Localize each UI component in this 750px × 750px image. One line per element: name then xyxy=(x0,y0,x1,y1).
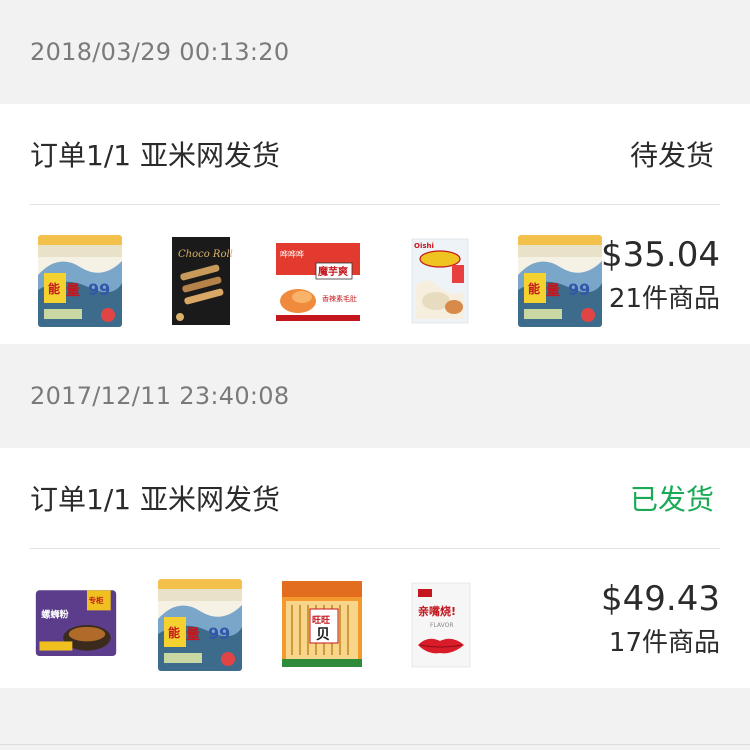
svg-text:Oishi: Oishi xyxy=(414,242,434,250)
order-summary: $49.43 17件商品 xyxy=(601,579,720,659)
divider xyxy=(0,744,750,745)
svg-text:量: 量 xyxy=(186,627,200,643)
svg-text:Choco Roll: Choco Roll xyxy=(178,249,233,260)
svg-text:FLAVOR: FLAVOR xyxy=(430,622,454,629)
list-bottom-spacer xyxy=(0,688,750,744)
order-block-2: 2017/12/11 23:40:08 订单1/1 亚米网发货 已发货 专柜 螺… xyxy=(0,344,750,688)
svg-text:贝: 贝 xyxy=(316,627,330,643)
qinzuijian-bag-icon: 亲嘴烧! FLAVOR xyxy=(398,579,482,671)
svg-text:香辣素毛肚: 香辣素毛肚 xyxy=(322,294,357,303)
order-summary: $35.04 21件商品 xyxy=(601,235,720,315)
svg-text:哗哗哗: 哗哗哗 xyxy=(280,249,304,259)
svg-text:能: 能 xyxy=(528,281,540,296)
order-date: 2018/03/29 00:13:20 xyxy=(0,0,750,104)
snack-bag-energy-99-icon: 能 量 99 xyxy=(158,579,242,671)
order-card-header: 订单1/1 亚米网发货 已发货 xyxy=(30,448,720,549)
svg-text:能: 能 xyxy=(168,625,180,640)
order-title: 订单1/1 亚米网发货 xyxy=(30,483,280,516)
oishi-shrimp-chips-icon: Oishi xyxy=(398,235,482,327)
order-items-row: 能 量 99 Choco Roll 哗哗哗 魔芋爽 香辣素毛肚 Oishi 能 … xyxy=(30,205,720,344)
order-card[interactable]: 订单1/1 亚米网发货 已发货 专柜 螺蛳粉 能 量 99 旺旺 贝 亲嘴烧! … xyxy=(0,448,750,688)
order-title: 订单1/1 亚米网发货 xyxy=(30,139,280,172)
svg-text:99: 99 xyxy=(208,624,230,643)
order-price: $49.43 xyxy=(601,579,720,619)
order-item-count: 21件商品 xyxy=(608,284,720,314)
moyushuang-box-icon: 哗哗哗 魔芋爽 香辣素毛肚 xyxy=(276,235,360,327)
svg-text:亲嘴烧!: 亲嘴烧! xyxy=(418,604,456,618)
svg-text:量: 量 xyxy=(66,283,80,299)
snack-bag-energy-99-icon: 能 量 99 xyxy=(38,235,122,327)
svg-text:量: 量 xyxy=(546,283,560,299)
order-block-1: 2018/03/29 00:13:20 订单1/1 亚米网发货 待发货 能 量 … xyxy=(0,0,750,344)
order-card[interactable]: 订单1/1 亚米网发货 待发货 能 量 99 Choco Roll 哗哗哗 魔芋… xyxy=(0,104,750,344)
order-items-row: 专柜 螺蛳粉 能 量 99 旺旺 贝 亲嘴烧! FLAVOR $49.43 17… xyxy=(30,549,720,688)
svg-text:99: 99 xyxy=(568,280,590,299)
order-price: $35.04 xyxy=(601,235,720,275)
rice-noodle-bag-icon: 专柜 螺蛳粉 xyxy=(34,579,118,671)
order-card-header: 订单1/1 亚米网发货 待发货 xyxy=(30,104,720,205)
svg-text:旺旺: 旺旺 xyxy=(312,615,330,626)
order-status: 待发货 xyxy=(629,139,714,172)
svg-text:99: 99 xyxy=(88,280,110,299)
svg-text:专柜: 专柜 xyxy=(89,596,104,605)
wangwang-crackers-bag-icon: 旺旺 贝 xyxy=(280,579,364,671)
order-item-count: 17件商品 xyxy=(608,628,720,658)
svg-text:螺蛳粉: 螺蛳粉 xyxy=(41,609,69,621)
choco-roll-box-icon: Choco Roll xyxy=(158,235,242,327)
order-status: 已发货 xyxy=(629,483,714,516)
svg-text:魔芋爽: 魔芋爽 xyxy=(318,265,348,278)
order-date: 2017/12/11 23:40:08 xyxy=(0,344,750,448)
snack-bag-energy-99-icon: 能 量 99 xyxy=(518,235,602,327)
svg-text:能: 能 xyxy=(48,281,60,296)
